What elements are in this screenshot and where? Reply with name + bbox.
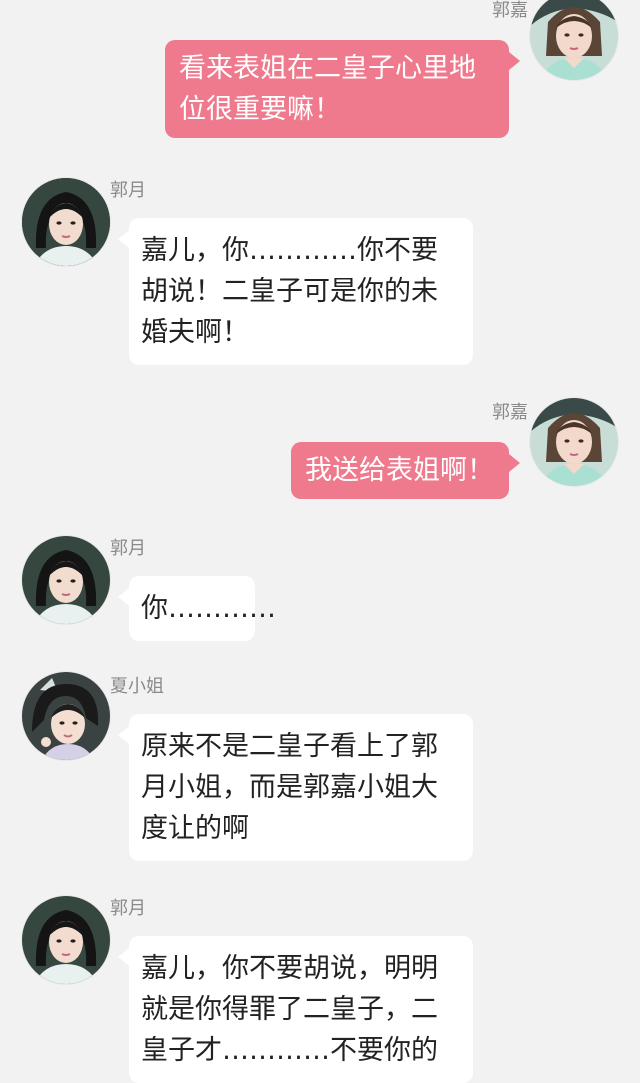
message-bubble: 嘉儿，你不要胡说，明明就是你得罪了二皇子，二皇子才…………不要你的	[129, 936, 473, 1083]
bubble-tail	[118, 230, 129, 248]
guo-yue-avatar-icon[interactable]	[22, 536, 110, 624]
xia-xiaojie-avatar-icon[interactable]	[22, 672, 110, 760]
message-bubble: 你…………	[129, 576, 276, 641]
sender-name: 郭嘉	[492, 402, 528, 423]
bubble-tail	[118, 948, 129, 966]
bubble-tail	[509, 454, 520, 472]
chat-message: 郭月 嘉儿，你不要胡说，明明就是你得罪了二皇子，二皇子才…………不要你的	[0, 888, 640, 1083]
bubble-tail	[118, 726, 129, 744]
chat-message: 郭月 你…………	[0, 528, 640, 648]
sender-name: 郭月	[110, 180, 146, 201]
guo-jia-avatar-icon[interactable]	[530, 0, 618, 80]
message-bubble: 看来表姐在二皇子心里地位很重要嘛！	[165, 40, 509, 138]
guo-jia-avatar-icon[interactable]	[530, 398, 618, 486]
message-bubble: 原来不是二皇子看上了郭月小姐，而是郭嘉小姐大度让的啊	[129, 714, 473, 861]
chat-message: 郭月 嘉儿，你…………你不要胡说！二皇子可是你的未婚夫啊！	[0, 170, 640, 380]
chat-message: 郭嘉 我送给表姐啊！	[0, 392, 640, 512]
sender-name: 郭月	[110, 538, 146, 559]
guo-yue-avatar-icon[interactable]	[22, 896, 110, 984]
message-bubble: 我送给表姐啊！	[291, 442, 509, 499]
chat-message: 郭嘉 看来表姐在二皇子心里地位很重要嘛！	[0, 0, 640, 150]
bubble-tail	[509, 52, 520, 70]
guo-yue-avatar-icon[interactable]	[22, 178, 110, 266]
sender-name: 夏小姐	[110, 676, 164, 697]
sender-name: 郭月	[110, 898, 146, 919]
sender-name: 郭嘉	[492, 0, 528, 21]
message-bubble: 嘉儿，你…………你不要胡说！二皇子可是你的未婚夫啊！	[129, 218, 473, 365]
chat-message: 夏小姐 原来不是二皇子看上了郭月小姐，而是郭嘉小姐大度让的啊	[0, 666, 640, 876]
bubble-tail	[118, 588, 129, 606]
